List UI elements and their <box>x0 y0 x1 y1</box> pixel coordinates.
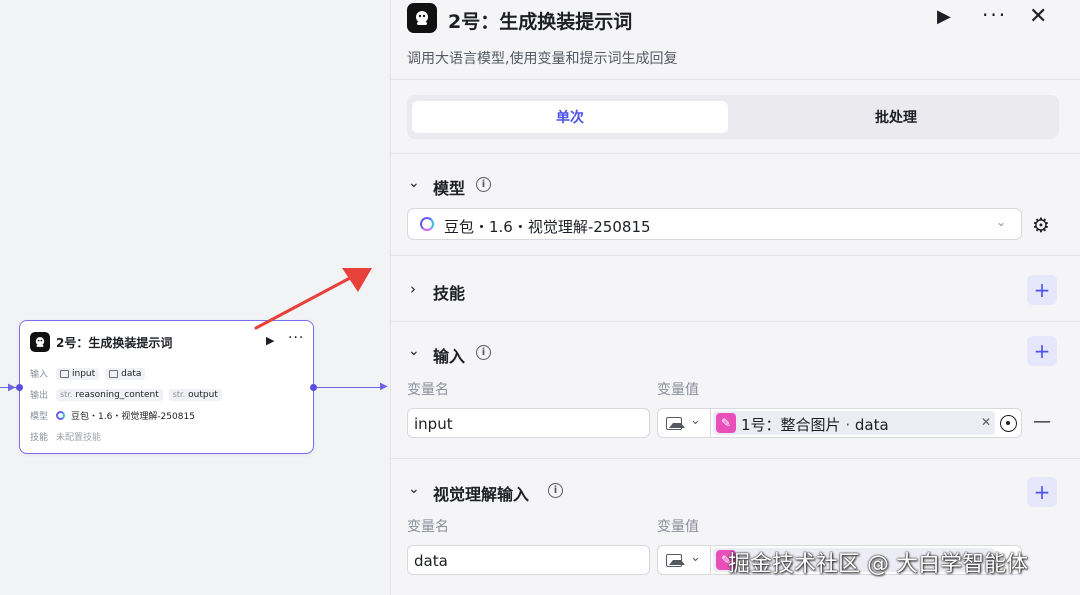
node-skill-row: 技能 未配置技能 <box>30 430 101 443</box>
chevron-down-icon[interactable]: ⌄ <box>690 413 701 428</box>
outgoing-edge-arrow: ▶ <box>380 381 388 392</box>
model-select[interactable]: 豆包・1.6・视觉理解-250815 ⌄ <box>407 208 1022 240</box>
node-output-tag: str. output <box>168 388 222 401</box>
more-icon[interactable]: ··· <box>982 3 1007 27</box>
doubao-logo-icon <box>56 411 65 420</box>
vision-var-name-input[interactable]: data <box>407 545 650 575</box>
workflow-canvas[interactable]: ▶ 2号：生成换装提示词 ▶ ··· 输入 input data 输出 str.… <box>0 0 390 595</box>
llm-node-icon <box>407 3 437 33</box>
divider <box>391 321 1080 322</box>
add-skill-button[interactable]: + <box>1027 275 1057 305</box>
incoming-edge-arrow: ▶ <box>8 382 16 393</box>
node-model-label: 模型 <box>30 412 49 422</box>
add-input-button[interactable]: + <box>1027 336 1057 366</box>
add-vision-input-button[interactable]: + <box>1027 477 1057 507</box>
info-icon[interactable]: i <box>476 345 491 360</box>
watermark: 掘金技术社区 @ 大白学智能体 <box>728 552 1028 577</box>
info-icon[interactable]: i <box>548 483 563 498</box>
remove-input-button[interactable]: — <box>1033 411 1051 432</box>
divider <box>710 546 711 574</box>
node-input-tag: data <box>105 367 146 380</box>
divider <box>710 409 711 437</box>
panel-title[interactable]: 2号：生成换装提示词 <box>448 7 632 34</box>
ref-var-name: data <box>854 416 889 434</box>
chevron-down-icon[interactable]: ⌄ <box>408 481 420 497</box>
divider <box>391 255 1080 256</box>
node-input-name: data <box>121 368 142 379</box>
doubao-logo-icon <box>420 217 434 231</box>
var-name-header: 变量名 <box>407 382 449 398</box>
image-icon <box>109 369 119 378</box>
clear-icon[interactable]: ✕ <box>981 415 991 429</box>
model-section-title: 模型 <box>433 179 466 198</box>
outgoing-edge <box>317 387 385 388</box>
chevron-down-icon[interactable]: ⌄ <box>690 550 701 565</box>
node-outputs-row: 输出 str. reasoning_content str. output <box>30 388 222 401</box>
chevron-down-icon[interactable]: ⌄ <box>408 343 420 359</box>
tab-batch[interactable]: 批处理 <box>738 101 1054 133</box>
skill-section-title: 技能 <box>433 284 466 303</box>
node-input-tag: input <box>56 367 100 380</box>
output-type: str. <box>60 390 73 399</box>
tab-single[interactable]: 单次 <box>412 101 728 133</box>
llm-node-icon <box>30 332 50 352</box>
image-merge-node-icon: ✎ <box>716 413 736 433</box>
var-name-input[interactable]: input <box>407 408 650 438</box>
node-model-row: 模型 豆包・1.6・视觉理解-250815 <box>30 409 195 422</box>
node-title: 2号：生成换装提示词 <box>56 336 173 350</box>
model-select-value: 豆包・1.6・视觉理解-250815 <box>444 218 651 236</box>
workflow-node-card[interactable]: 2号：生成换装提示词 ▶ ··· 输入 input data 输出 str. re… <box>19 320 314 454</box>
node-input-port[interactable] <box>16 384 23 391</box>
run-mode-tabs: 单次 批处理 <box>407 95 1059 139</box>
node-skill-label: 技能 <box>30 433 49 443</box>
close-icon[interactable]: ✕ <box>1029 4 1047 29</box>
node-output-port[interactable] <box>310 384 317 391</box>
info-icon[interactable]: i <box>476 177 491 192</box>
node-output-tag: str. reasoning_content <box>56 388 163 401</box>
node-output-name: reasoning_content <box>75 389 159 400</box>
node-input-label: 输入 <box>30 370 49 380</box>
panel-description[interactable]: 调用大语言模型,使用变量和提示词生成回复 <box>407 48 677 68</box>
divider <box>391 153 1080 154</box>
image-type-icon[interactable] <box>666 417 685 430</box>
annotation-arrow <box>254 268 372 330</box>
node-output-label: 输出 <box>30 391 49 401</box>
ref-node-name: 1号：整合图片 <box>741 416 841 434</box>
target-icon[interactable] <box>1000 415 1017 432</box>
image-type-icon[interactable] <box>666 554 685 567</box>
node-inputs-row: 输入 input data <box>30 367 146 380</box>
node-model-value: 豆包・1.6・视觉理解-250815 <box>71 412 195 422</box>
gear-icon[interactable]: ⚙ <box>1032 213 1050 237</box>
run-icon[interactable]: ▶ <box>937 6 951 27</box>
node-config-panel: 2号：生成换装提示词 ▶ ··· ✕ 调用大语言模型,使用变量和提示词生成回复 … <box>390 0 1080 595</box>
chevron-down-icon: ⌄ <box>996 215 1007 229</box>
var-name-header: 变量名 <box>407 519 449 535</box>
variable-reference-text: 1号：整合图片 · data <box>741 414 889 435</box>
vision-section-title: 视觉理解输入 <box>433 485 530 504</box>
var-value-header: 变量值 <box>657 519 699 535</box>
chevron-down-icon[interactable]: ⌄ <box>408 175 420 191</box>
image-icon <box>60 369 69 378</box>
node-input-name: input <box>72 368 96 379</box>
input-section-title: 输入 <box>433 347 466 366</box>
var-value-field[interactable]: ⌄ ✎ 1号：整合图片 · data ✕ <box>657 408 1022 438</box>
chevron-right-icon[interactable]: › <box>410 280 416 298</box>
divider <box>391 458 1080 459</box>
node-skill-value: 未配置技能 <box>56 433 102 443</box>
ref-separator: · <box>840 416 855 434</box>
var-value-header: 变量值 <box>657 382 699 398</box>
panel-header: 2号：生成换装提示词 ▶ ··· ✕ 调用大语言模型,使用变量和提示词生成回复 <box>391 0 1080 80</box>
output-type: str. <box>172 390 186 399</box>
variable-reference-chip[interactable]: ✎ 1号：整合图片 · data ✕ <box>713 411 995 435</box>
node-output-name: output <box>188 389 218 400</box>
